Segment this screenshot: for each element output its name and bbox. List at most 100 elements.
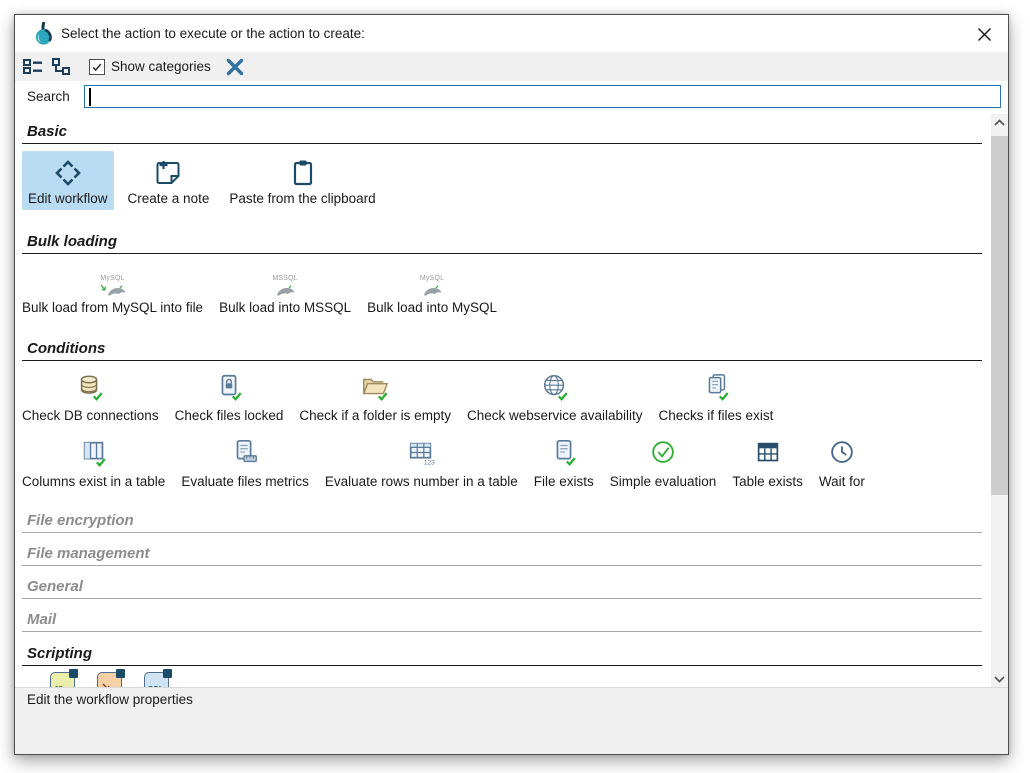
columns-exist-icon <box>79 438 109 468</box>
wait-for-icon <box>827 438 857 468</box>
action-list: Basic Edit workflow <box>15 114 1008 688</box>
category-divider <box>22 598 982 599</box>
action-item-bulk-load-into-mysql[interactable]: MySQL Bulk load into MySQL <box>367 268 497 316</box>
action-label: Check webservice availability <box>467 408 643 424</box>
shell-script-icon[interactable] <box>97 672 122 688</box>
status-text: Edit the workflow properties <box>27 692 193 707</box>
conditions-items-row-2: Columns exist in a table Evaluate files … <box>22 438 982 490</box>
title-bar: Select the action to execute or the acti… <box>15 15 1008 52</box>
category-header-file-encryption: File encryption <box>27 512 982 530</box>
action-label: Paste from the clipboard <box>229 191 375 207</box>
action-item-paste-clipboard[interactable]: Paste from the clipboard <box>223 151 381 210</box>
category-file-encryption: File encryption <box>22 512 982 533</box>
rows-number-icon: 123 <box>406 438 436 468</box>
action-item-create-note[interactable]: Create a note <box>122 151 216 210</box>
file-exists-icon <box>549 438 579 468</box>
scroll-down-icon[interactable] <box>991 671 1008 688</box>
mysql-bulk-load-icon <box>422 283 442 298</box>
category-file-management: File management <box>22 545 982 566</box>
category-header-conditions: Conditions <box>27 340 982 358</box>
bulk-loading-items-row: MySQL Bulk load from MySQL into file MSS… <box>22 268 982 316</box>
category-header-bulk-loading: Bulk loading <box>27 233 982 251</box>
action-item-checks-files-exist[interactable]: Checks if files exist <box>659 372 774 424</box>
action-label: Check if a folder is empty <box>299 408 451 424</box>
action-item-file-exists[interactable]: File exists <box>534 438 594 490</box>
icon-caption: MySQL <box>420 275 444 283</box>
action-item-check-files-locked[interactable]: Check files locked <box>175 372 284 424</box>
simple-evaluation-icon <box>648 438 678 468</box>
checkbox-box[interactable] <box>89 59 105 75</box>
mssql-bulk-load-icon <box>275 283 295 298</box>
script-corner-tab <box>69 669 78 678</box>
checkmark-icon <box>91 61 103 73</box>
tree-view-icon[interactable] <box>51 57 70 76</box>
action-label: Create a note <box>128 191 210 207</box>
script-corner-tab <box>116 669 125 678</box>
category-divider <box>22 631 982 632</box>
category-header-basic: Basic <box>27 123 982 141</box>
category-header-mail: Mail <box>27 611 982 629</box>
category-header-scripting: Scripting <box>27 645 982 663</box>
action-label: Check DB connections <box>22 408 159 424</box>
search-input[interactable] <box>84 85 1001 108</box>
action-label: Checks if files exist <box>659 408 774 424</box>
action-label: Check files locked <box>175 408 284 424</box>
action-label: Evaluate files metrics <box>181 474 309 490</box>
category-divider <box>22 360 982 361</box>
scroll-up-icon[interactable] <box>991 114 1008 131</box>
action-item-check-folder-empty[interactable]: Check if a folder is empty <box>299 372 451 424</box>
action-item-bulk-load-into-mssql[interactable]: MSSQL Bulk load into MSSQL <box>219 268 351 316</box>
close-icon[interactable] <box>973 23 995 45</box>
action-item-evaluate-rows-number[interactable]: 123 Evaluate rows number in a table <box>325 438 518 490</box>
action-label: Edit workflow <box>28 191 108 207</box>
icon-caption: MSSQL <box>272 275 298 283</box>
table-exists-icon <box>753 438 783 468</box>
javascript-script-icon[interactable]: JS <box>50 672 75 688</box>
category-mail: Mail <box>22 611 982 632</box>
scrollbar-thumb[interactable] <box>991 136 1008 495</box>
paste-clipboard-icon <box>287 157 319 189</box>
file-metrics-icon <box>230 438 260 468</box>
action-label: Wait for <box>819 474 865 490</box>
action-item-table-exists[interactable]: Table exists <box>732 438 803 490</box>
sql-script-icon[interactable]: SQL <box>144 672 169 688</box>
action-label: File exists <box>534 474 594 490</box>
category-header-file-management: File management <box>27 545 982 563</box>
action-item-evaluate-files-metrics[interactable]: Evaluate files metrics <box>181 438 309 490</box>
hop-logo-icon <box>35 22 52 46</box>
action-item-columns-exist[interactable]: Columns exist in a table <box>22 438 165 490</box>
scripting-items-row: JS SQL <box>50 672 982 688</box>
category-divider <box>22 253 982 254</box>
vertical-scrollbar[interactable] <box>991 114 1008 688</box>
folder-empty-icon <box>360 372 390 402</box>
action-label: Bulk load into MSSQL <box>219 300 351 316</box>
edit-workflow-icon <box>52 157 84 189</box>
icon-caption: MySQL <box>100 275 124 283</box>
action-item-wait-for[interactable]: Wait for <box>819 438 865 490</box>
action-label: Evaluate rows number in a table <box>325 474 518 490</box>
script-corner-tab <box>163 669 172 678</box>
category-divider <box>22 532 982 533</box>
mysql-bulk-load-out-icon <box>100 283 126 298</box>
search-row: Search <box>15 81 1008 114</box>
show-categories-checkbox[interactable]: Show categories <box>89 59 211 75</box>
category-general: General <box>22 578 982 599</box>
action-item-edit-workflow[interactable]: Edit workflow <box>22 151 114 210</box>
dialog-title: Select the action to execute or the acti… <box>61 26 365 41</box>
show-categories-label: Show categories <box>111 59 211 74</box>
action-item-simple-evaluation[interactable]: Simple evaluation <box>610 438 717 490</box>
action-label: Table exists <box>732 474 803 490</box>
category-divider <box>22 665 982 666</box>
action-label: Bulk load into MySQL <box>367 300 497 316</box>
action-item-bulk-load-from-mysql[interactable]: MySQL Bulk load from MySQL into file <box>22 268 203 316</box>
action-item-check-db-connections[interactable]: Check DB connections <box>22 372 159 424</box>
category-divider <box>22 143 982 144</box>
action-label: Simple evaluation <box>610 474 717 490</box>
search-label: Search <box>27 89 70 104</box>
check-db-connections-icon <box>75 372 105 402</box>
action-label: Columns exist in a table <box>22 474 165 490</box>
list-view-icon[interactable] <box>23 57 42 76</box>
action-item-check-webservice[interactable]: Check webservice availability <box>467 372 643 424</box>
clear-filter-x-icon[interactable] <box>225 57 245 77</box>
category-divider <box>22 565 982 566</box>
